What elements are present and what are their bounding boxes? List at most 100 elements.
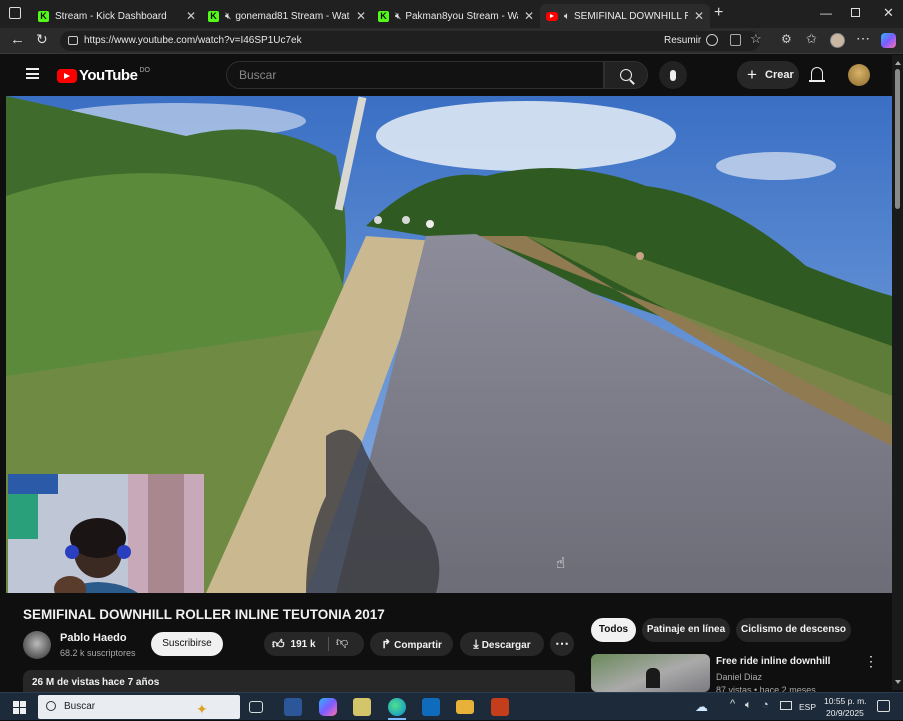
search-icon: [46, 701, 56, 711]
file-explorer-icon[interactable]: [456, 700, 474, 714]
refresh-icon[interactable]: ↻: [36, 31, 48, 48]
voice-search-button[interactable]: [659, 61, 687, 89]
bell-base: [809, 80, 825, 82]
chip-patinaje-en-linea[interactable]: Patinaje en línea: [642, 618, 730, 642]
extensions-icon[interactable]: ⚙: [781, 32, 792, 46]
channel-name[interactable]: Pablo Haedo: [60, 632, 127, 644]
tab-youtube-active[interactable]: 🔈︎ SEMIFINAL DOWNHILL ROLLER ✕: [540, 4, 710, 28]
more-menu-icon[interactable]: ⋯: [856, 30, 870, 47]
search-highlight-icon: ✦: [196, 701, 208, 717]
search-button[interactable]: [604, 61, 648, 89]
app-icon[interactable]: [353, 698, 371, 716]
volume-icon[interactable]: 🔈︎: [745, 699, 752, 712]
taskbar-search-input[interactable]: Buscar ✦: [38, 695, 240, 719]
close-tab-icon[interactable]: ✕: [524, 9, 534, 23]
copilot-icon[interactable]: [881, 33, 896, 48]
like-button[interactable]: 👍︎ 191 k: [268, 632, 328, 656]
download-icon: ⤓: [473, 637, 479, 651]
kick-icon: K: [208, 10, 219, 22]
edge-icon[interactable]: [388, 698, 406, 716]
upload-age: hace 7 años: [102, 677, 160, 688]
hamburger-menu-icon[interactable]: [26, 68, 39, 79]
search-icon: [620, 69, 635, 85]
scroll-down-arrow[interactable]: [895, 680, 901, 684]
share-button[interactable]: ↱ Compartir: [370, 632, 453, 656]
download-button[interactable]: ⤓ Descargar: [460, 632, 544, 656]
tab-pakman8you[interactable]: K 🔇︎ Pakman8you Stream - Watch ✕: [372, 4, 540, 28]
language-indicator[interactable]: ESP: [799, 702, 816, 712]
network-icon[interactable]: [780, 701, 792, 710]
tab-title: Pakman8you Stream - Watch: [405, 10, 518, 22]
mouse-cursor-icon: ☝︎: [556, 555, 566, 572]
powerpoint-icon[interactable]: [491, 698, 509, 716]
tab-gonemad81[interactable]: K 🔇︎ gonemad81 Stream - Watch ✕: [202, 4, 372, 28]
chip-ciclismo-de-descenso[interactable]: Ciclismo de descenso: [736, 618, 851, 642]
scroll-up-arrow[interactable]: [895, 61, 901, 65]
new-tab-icon[interactable]: +: [714, 4, 723, 22]
wifi-icon[interactable]: ◔: [762, 699, 769, 711]
plus-icon: +: [747, 65, 757, 84]
windows-taskbar: Buscar ✦ ☁ ^ 🔈︎ ◔ ESP 10:55 p. m. 20/9/2…: [0, 692, 903, 720]
notification-center-icon[interactable]: [877, 700, 890, 712]
address-toolbar: ← ↻ https://www.youtube.com/watch?v=I46S…: [0, 28, 903, 54]
create-button[interactable]: + Crear: [737, 61, 799, 89]
more-actions-button[interactable]: ⋯: [550, 632, 574, 656]
speaker-icon[interactable]: 🔈︎: [564, 11, 570, 22]
recommended-more-icon[interactable]: ⋮: [864, 653, 878, 670]
favorite-star-icon[interactable]: ☆: [750, 31, 762, 47]
tab-title: gonemad81 Stream - Watch: [235, 10, 350, 22]
weather-icon[interactable]: ☁: [695, 699, 708, 715]
dislike-button[interactable]: 👎︎: [336, 635, 348, 650]
favorites-icon[interactable]: ✩: [806, 31, 817, 47]
youtube-logo[interactable]: YouTube DO: [57, 67, 150, 84]
tab-actions-icon[interactable]: [9, 7, 21, 19]
scrollbar-thumb[interactable]: [895, 69, 900, 209]
microphone-icon: [670, 69, 676, 81]
muted-speaker-icon[interactable]: 🔇︎: [395, 11, 401, 22]
minimize-icon[interactable]: —: [820, 6, 832, 20]
account-avatar[interactable]: [848, 64, 870, 86]
search-input[interactable]: Buscar: [226, 61, 604, 89]
recommended-title[interactable]: Free ride inline downhill: [716, 656, 830, 667]
video-player[interactable]: ☝︎: [6, 96, 892, 593]
taskbar-search-placeholder: Buscar: [64, 701, 96, 712]
translate-icon[interactable]: [706, 34, 718, 46]
url-bar[interactable]: https://www.youtube.com/watch?v=I46SP1Uc…: [60, 31, 760, 51]
tray-expand-icon[interactable]: ^: [730, 698, 735, 710]
clock-time[interactable]: 10:55 p. m.: [824, 696, 867, 706]
youtube-wordmark: YouTube: [79, 67, 138, 84]
read-aloud-button[interactable]: Resumir: [664, 35, 701, 46]
youtube-icon: [546, 11, 558, 21]
site-info-icon[interactable]: [68, 36, 78, 45]
close-tab-icon[interactable]: ✕: [186, 9, 196, 23]
create-label: Crear: [765, 69, 794, 81]
share-label: Compartir: [394, 640, 442, 651]
back-icon[interactable]: ←: [10, 31, 25, 48]
profile-avatar[interactable]: [830, 33, 845, 48]
like-count: 191 k: [290, 638, 316, 650]
subscribe-button[interactable]: Suscribirse: [151, 632, 223, 656]
tab-title: Stream - Kick Dashboard: [55, 10, 167, 22]
copilot-app-icon[interactable]: [319, 698, 337, 716]
channel-avatar[interactable]: [23, 631, 51, 659]
immersive-reader-icon[interactable]: [730, 34, 741, 46]
subscriber-count: 68.2 k suscriptores: [60, 648, 136, 658]
muted-speaker-icon[interactable]: 🔇︎: [225, 11, 231, 22]
share-icon: ↱: [381, 637, 392, 651]
windows-start-icon[interactable]: [13, 701, 26, 714]
task-view-icon[interactable]: [249, 701, 263, 713]
kick-icon: K: [38, 10, 49, 22]
chip-todos[interactable]: Todos: [591, 618, 636, 642]
download-label: Descargar: [481, 640, 531, 651]
notifications-bell-icon[interactable]: [811, 67, 823, 80]
clock-date[interactable]: 20/9/2025: [826, 708, 864, 718]
close-tab-icon[interactable]: ✕: [356, 9, 366, 23]
tab-kick-dashboard[interactable]: K Stream - Kick Dashboard ✕: [32, 4, 202, 28]
restore-icon[interactable]: [851, 8, 860, 17]
word-icon[interactable]: [284, 698, 302, 716]
page-scrollbar[interactable]: [892, 55, 903, 690]
outlook-icon[interactable]: [422, 698, 440, 716]
close-tab-icon[interactable]: ✕: [694, 9, 704, 23]
close-window-icon[interactable]: ✕: [883, 5, 894, 21]
recommended-thumbnail[interactable]: [591, 654, 710, 692]
